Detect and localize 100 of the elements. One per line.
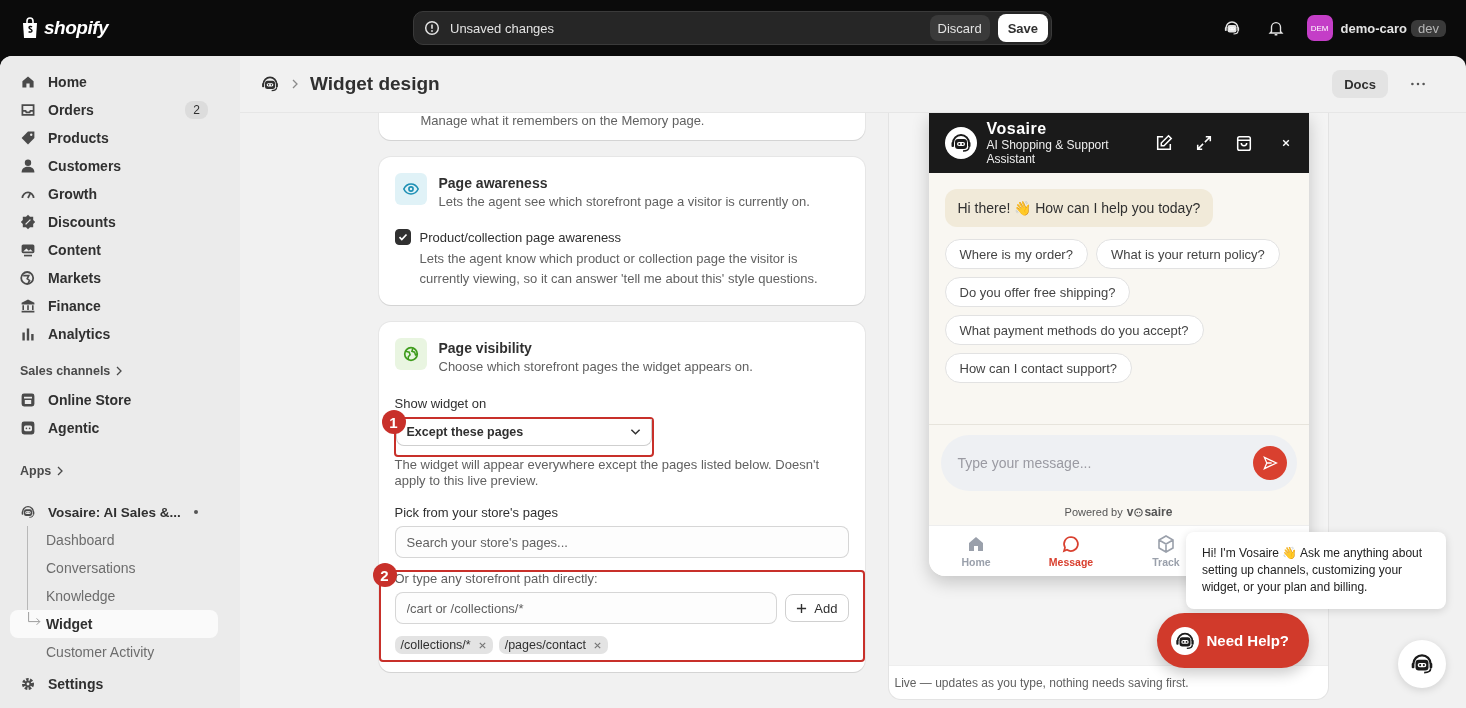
chat-tab[interactable]: Message	[1023, 526, 1119, 576]
docs-button[interactable]: Docs	[1332, 70, 1388, 98]
field-label: Show widget on	[394, 396, 488, 411]
sub-nav-item[interactable]: Widget	[10, 610, 218, 638]
nav-item[interactable]: Discounts	[10, 208, 218, 236]
nav-item[interactable]: Analytics	[10, 320, 218, 348]
section-heading[interactable]: Apps	[10, 460, 240, 482]
settings-icon	[20, 676, 36, 692]
nav-label[interactable]: Settings	[48, 676, 208, 692]
store-name[interactable]: demo-caro	[1340, 20, 1408, 36]
suggestion-chip[interactable]: What is your return policy?	[1095, 239, 1280, 269]
nav-item[interactable]: Agentic	[10, 414, 218, 442]
card-title: Page awareness	[438, 175, 549, 191]
branch-arrow-icon	[27, 612, 43, 628]
help-text: Lets the agent know which product or collection page the visitor is currently viewing, so it can answer 'tell me about this' style questions.	[419, 250, 819, 288]
path-input-field[interactable]: /cart or /collections/*	[394, 592, 778, 624]
nav-label[interactable]: Products	[48, 130, 208, 146]
preview-note: Live — updates as you type, nothing needs saving first.	[888, 665, 1328, 699]
discard-button[interactable]: Discard	[929, 15, 990, 41]
nav-item[interactable]: Customers	[10, 152, 218, 180]
tag-icon	[20, 130, 36, 146]
shopping-bag-icon[interactable]	[1234, 134, 1253, 152]
chevron-right-icon	[57, 466, 64, 476]
alert-icon	[424, 20, 440, 36]
annotation-number: 2	[372, 563, 397, 587]
card-description: Manage what it remembers on the Memory page.	[419, 113, 706, 128]
chevron-down-icon	[629, 428, 641, 436]
nav-item[interactable]: Online Store	[10, 386, 218, 414]
brand-logo: v saire	[1126, 505, 1173, 519]
suggestion-chip[interactable]: Do you offer free shipping?	[944, 277, 1131, 307]
card-description: Choose which storefront pages the widget appears on.	[438, 359, 753, 374]
suggestion-chip[interactable]: How can I contact support?	[944, 353, 1133, 383]
unsaved-changes-text: Unsaved changes	[450, 20, 555, 36]
bank-icon	[20, 298, 36, 314]
need-help-button[interactable]: Need Help?	[1156, 613, 1309, 668]
annotation-number: 1	[381, 410, 406, 434]
robot-icon	[260, 74, 280, 94]
sub-nav-item[interactable]: Customer Activity	[10, 638, 218, 666]
chevron-right-icon	[116, 366, 123, 376]
nav-label[interactable]: Customers	[48, 158, 208, 174]
checkbox-label[interactable]: Product/collection page awareness	[419, 229, 622, 245]
home-icon	[966, 534, 986, 554]
nav-item[interactable]: Content	[10, 236, 218, 264]
assistant-tooltip: Hi! I'm Vosaire 👋 Ask me anything about setting up channels, customizing your widget, or your plan and billing.	[1186, 532, 1446, 609]
nav-label[interactable]: Finance	[48, 298, 208, 314]
globe-icon	[401, 345, 420, 363]
send-icon[interactable]	[1261, 455, 1278, 471]
sub-nav-item[interactable]: Dashboard	[10, 526, 218, 554]
nav-label[interactable]: Markets	[48, 270, 208, 286]
nav-item[interactable]: Growth	[10, 180, 218, 208]
remove-icon[interactable]	[593, 640, 602, 650]
powered-by-text: Powered by	[1064, 506, 1123, 518]
tag-text: /pages/contact	[504, 638, 586, 652]
sub-nav-item[interactable]: Knowledge	[10, 582, 218, 610]
store-icon	[20, 392, 36, 408]
more-icon[interactable]	[1410, 81, 1426, 87]
nav-item[interactable]: Orders 2	[10, 96, 218, 124]
percent-badge-icon	[20, 214, 36, 230]
status-dot	[194, 510, 198, 514]
globe-icon	[20, 270, 36, 286]
nav-label[interactable]: Discounts	[48, 214, 208, 230]
nav-label[interactable]: Online Store	[48, 392, 208, 408]
help-text: The widget will appear everywhere except the pages listed below. Doesn't apply to this live preview.	[394, 457, 820, 489]
suggestion-chip[interactable]: What payment methods do you accept?	[944, 315, 1204, 345]
chevron-right-icon	[292, 79, 298, 89]
checkbox[interactable]	[394, 229, 411, 245]
bar-chart-icon	[20, 326, 36, 342]
robot-icon	[20, 504, 36, 520]
robot-icon	[20, 420, 36, 436]
nav-item[interactable]: Home	[10, 68, 218, 96]
nav-item[interactable]: Markets	[10, 264, 218, 292]
app-name[interactable]: Vosaire: AI Sales &...	[48, 504, 182, 520]
avatar[interactable]: DEM	[1306, 15, 1333, 41]
field-label: Pick from your store's pages	[394, 505, 560, 520]
nav-item[interactable]: Finance	[10, 292, 218, 320]
count-badge: 2	[185, 101, 208, 119]
inbox-icon	[20, 102, 36, 118]
eye-icon	[401, 180, 420, 198]
nav-label[interactable]: Home	[48, 74, 208, 90]
remove-icon[interactable]	[477, 640, 487, 650]
message-bubble: Hi there! 👋 How can I help you today?	[944, 189, 1214, 227]
sub-nav-item[interactable]: Conversations	[10, 554, 218, 582]
nav-label[interactable]: Content	[48, 242, 208, 258]
nav-label[interactable]: Analytics	[48, 326, 208, 342]
nav-label[interactable]: Agentic	[48, 420, 208, 436]
nav-label[interactable]: Growth	[48, 186, 208, 202]
notifications-icon[interactable]	[1266, 19, 1285, 37]
suggestion-chip[interactable]: Where is my order?	[944, 239, 1088, 269]
save-button[interactable]: Save	[997, 14, 1048, 42]
nav-item[interactable]: Products	[10, 124, 218, 152]
search-field[interactable]: Search your store's pages...	[394, 526, 849, 558]
brand-name: shopify	[44, 17, 109, 39]
assistant-name: Vosaire	[986, 120, 1048, 138]
shopping-bag-icon	[20, 17, 40, 39]
plus-icon	[796, 602, 808, 614]
expand-icon[interactable]	[1194, 134, 1213, 152]
nav-label[interactable]: Orders	[48, 102, 174, 118]
section-heading[interactable]: Sales channels	[10, 360, 240, 382]
add-button[interactable]: Add	[785, 594, 849, 622]
edit-icon[interactable]	[1154, 134, 1173, 152]
